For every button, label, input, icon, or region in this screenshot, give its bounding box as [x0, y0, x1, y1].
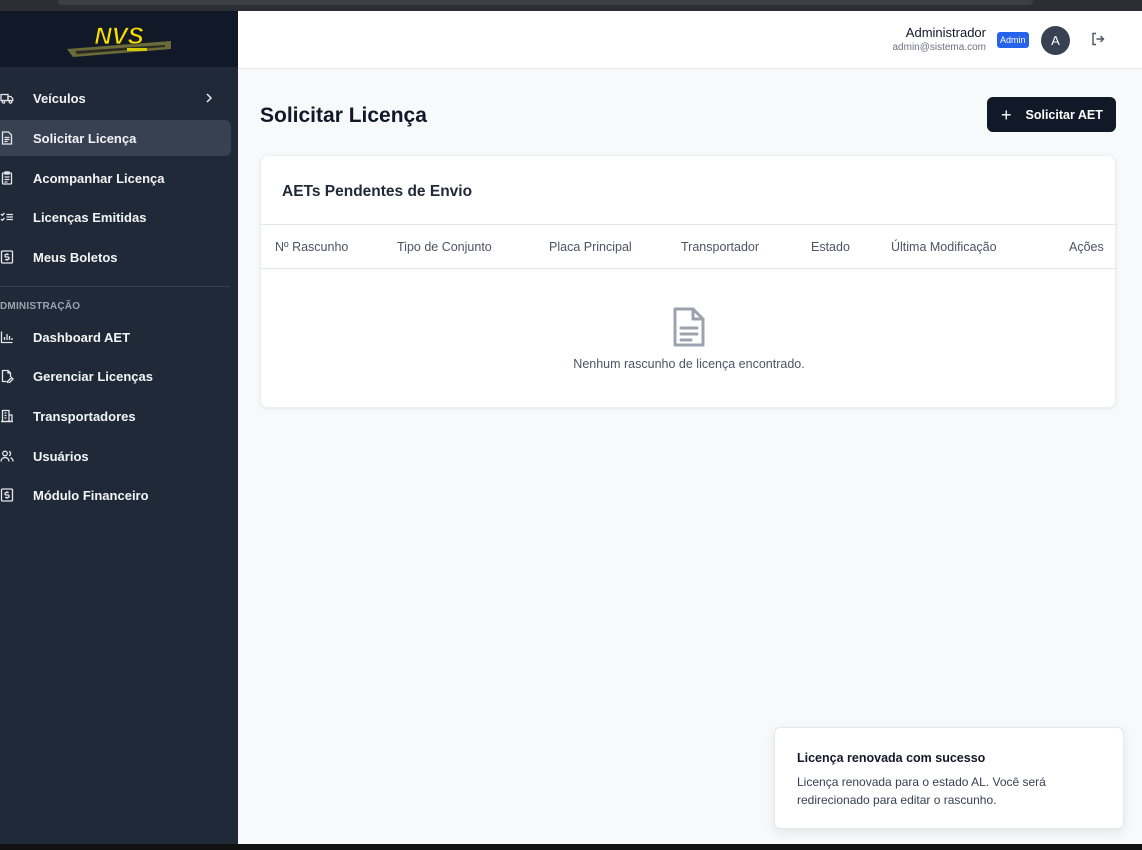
truck-icon [0, 93, 14, 104]
sidebar-divider [0, 286, 230, 287]
empty-state-message: Nenhum rascunho de licença encontrado. [573, 357, 805, 371]
column-header-transportador: Transportador [681, 240, 760, 254]
table-header: Nº Rascunho Tipo de Conjunto Placa Princ… [261, 224, 1117, 269]
sidebar-item-label: Acompanhar Licença [33, 170, 165, 186]
bar-chart-icon [0, 331, 13, 344]
sidebar-item-meus-boletos[interactable]: Meus Boletos [0, 239, 231, 275]
toast-title: Licença renovada com sucesso [797, 751, 986, 765]
card-title: AETs Pendentes de Envio [282, 183, 473, 200]
receipt-dollar-icon [0, 488, 14, 502]
receipt-dollar-icon [0, 250, 14, 264]
logo-text: NVS [94, 23, 143, 50]
sidebar-item-label: Transportadores [33, 408, 136, 424]
column-header-tipo-conjunto: Tipo de Conjunto [397, 240, 492, 254]
column-header-acoes: Ações [1069, 240, 1104, 254]
users-icon [0, 450, 14, 462]
user-email: admin@sistema.com [892, 42, 986, 53]
plus-icon: + [1001, 104, 1012, 125]
building-icon [1, 409, 13, 423]
top-header: Administrador admin@sistema.com Admin A [238, 11, 1142, 69]
chevron-right-icon[interactable] [203, 91, 215, 105]
sidebar-section-admin: DMINISTRAÇÃO [0, 301, 81, 312]
column-header-ultima-modificacao: Última Modificação [891, 240, 997, 254]
solicitar-aet-button[interactable]: + Solicitar AET [987, 97, 1116, 132]
sidebar-item-label: Meus Boletos [33, 249, 118, 265]
file-text-icon [673, 307, 705, 347]
main-content: Administrador admin@sistema.com Admin A … [238, 11, 1142, 844]
avatar[interactable]: A [1041, 26, 1070, 55]
sidebar-item-usuarios[interactable]: Usuários [0, 438, 231, 474]
file-signature-icon [1, 369, 14, 383]
user-name: Administrador [905, 25, 986, 40]
pending-aets-card: AETs Pendentes de Envio Nº Rascunho Tipo… [260, 155, 1117, 408]
sidebar-item-label: Licenças Emitidas [33, 209, 147, 225]
sidebar-item-label: Gerenciar Licenças [33, 368, 153, 384]
browser-toolbar [58, 0, 1033, 5]
file-text-icon [1, 131, 13, 145]
sidebar-item-label: Dashboard AET [33, 329, 131, 345]
brand-logo[interactable]: NVS [65, 19, 173, 59]
sidebar-item-veiculos[interactable]: Veículos [0, 80, 231, 116]
sidebar-item-dashboard-aet[interactable]: Dashboard AET [0, 319, 231, 355]
sidebar-item-gerenciar-licencas[interactable]: Gerenciar Licenças [0, 358, 231, 394]
sidebar: NVS Veículos Solicitar Licença Acompanha… [0, 11, 238, 844]
column-header-rascunho: Nº Rascunho [275, 240, 349, 254]
role-badge: Admin [997, 32, 1029, 48]
sidebar-item-solicitar-licenca[interactable]: Solicitar Licença [0, 120, 231, 156]
page-title: Solicitar Licença [260, 104, 427, 127]
column-header-estado: Estado [811, 240, 850, 254]
sidebar-item-acompanhar-licenca[interactable]: Acompanhar Licença [0, 160, 231, 196]
sidebar-item-label: Veículos [33, 90, 86, 106]
list-checks-icon [0, 212, 13, 222]
sidebar-item-label: Módulo Financeiro [33, 487, 149, 503]
sidebar-item-transportadores[interactable]: Transportadores [0, 398, 231, 434]
clipboard-list-icon [1, 171, 13, 185]
solicitar-aet-button-label: Solicitar AET [1025, 107, 1103, 122]
sidebar-item-label: Solicitar Licença [33, 130, 137, 146]
sidebar-item-licencas-emitidas[interactable]: Licenças Emitidas [0, 199, 231, 235]
success-toast[interactable]: Licença renovada com sucesso Licença ren… [774, 727, 1124, 829]
browser-frame [0, 0, 1142, 11]
sidebar-item-modulo-financeiro[interactable]: Módulo Financeiro [0, 477, 231, 513]
logo-area: NVS [0, 11, 238, 67]
column-header-placa-principal: Placa Principal [549, 240, 632, 254]
log-out-icon[interactable] [1090, 31, 1106, 47]
sidebar-item-label: Usuários [33, 448, 89, 464]
toast-body: Licença renovada para o estado AL. Você … [797, 775, 1046, 807]
